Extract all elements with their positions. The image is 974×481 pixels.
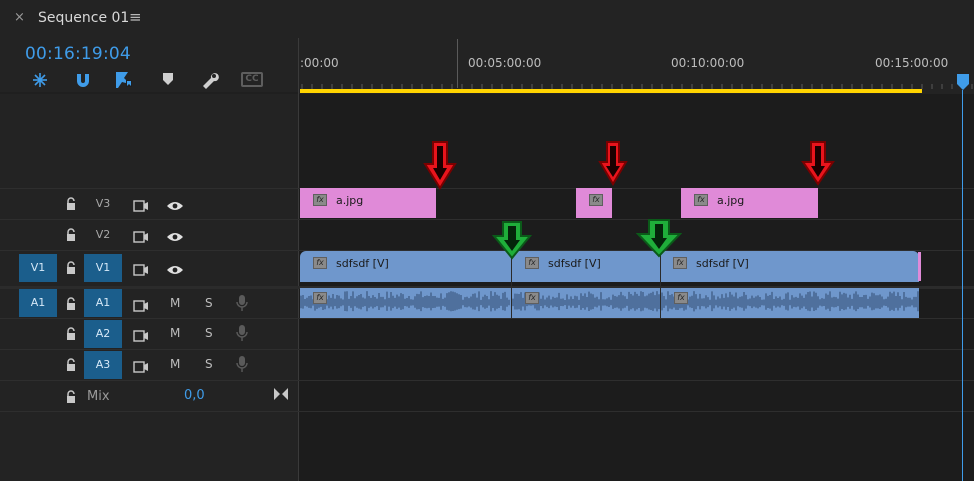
- lock-icon[interactable]: [65, 227, 77, 246]
- ruler-label: 00:05:00:00: [468, 56, 542, 70]
- fx-badge[interactable]: fx: [313, 292, 327, 304]
- playhead-line[interactable]: [962, 90, 963, 481]
- clip-image[interactable]: fx: [576, 188, 612, 218]
- ruler-label: :00:00: [300, 56, 339, 70]
- fx-badge[interactable]: fx: [313, 257, 327, 269]
- audio-waveform: [300, 291, 510, 312]
- clip-name: a.jpg: [717, 194, 745, 207]
- lock-icon[interactable]: [65, 326, 77, 345]
- add-marker-icon[interactable]: [114, 70, 134, 90]
- track-header-a1: A1 A1 M S: [0, 289, 298, 318]
- sync-lock-icon[interactable]: [133, 297, 149, 316]
- track-label-v3[interactable]: V3: [84, 190, 122, 218]
- solo-button[interactable]: S: [205, 296, 213, 310]
- sync-lock-icon[interactable]: [133, 358, 149, 377]
- ruler-label: 00:15:00:00: [875, 56, 949, 70]
- track-label-a2[interactable]: A2: [84, 320, 122, 348]
- clip-name: sdfsdf [V]: [336, 257, 389, 270]
- eye-icon[interactable]: [166, 261, 184, 280]
- track-header-a3: A3 M S: [0, 350, 298, 380]
- track-header-v3: V3: [0, 189, 298, 219]
- captions-icon[interactable]: CC: [241, 72, 263, 87]
- linked-selection-icon[interactable]: [73, 70, 93, 90]
- playhead-handle[interactable]: [957, 74, 969, 94]
- track-label-v1[interactable]: V1: [84, 254, 122, 282]
- panel-tab-bar: [0, 0, 974, 38]
- eye-icon[interactable]: [166, 197, 184, 216]
- snap-icon[interactable]: [30, 70, 50, 90]
- clip-sdfsdf-video[interactable]: fx sdfsdf [V]: [300, 251, 512, 282]
- clip-sdfsdf-audio[interactable]: fx: [300, 288, 511, 318]
- playhead-timecode[interactable]: 00:16:19:04: [25, 44, 131, 64]
- microphone-icon[interactable]: [236, 324, 248, 346]
- lock-icon[interactable]: [65, 196, 77, 215]
- panel-menu-icon[interactable]: ≡: [129, 8, 142, 26]
- lock-icon[interactable]: [65, 389, 77, 408]
- track-header-v1: V1 V1: [0, 251, 298, 285]
- clip-sdfsdf-audio[interactable]: fx: [661, 288, 919, 318]
- clip-a-jpg[interactable]: fx a.jpg: [300, 188, 436, 218]
- source-patch-v1[interactable]: V1: [19, 254, 57, 282]
- mute-button[interactable]: M: [170, 357, 180, 371]
- red-arrow-annotation: [801, 140, 835, 190]
- sync-lock-icon[interactable]: [133, 197, 149, 216]
- track-header-v2: V2: [0, 220, 298, 250]
- fx-badge[interactable]: fx: [674, 292, 688, 304]
- fx-badge[interactable]: fx: [694, 194, 708, 206]
- red-arrow-annotation: [598, 140, 628, 190]
- clip-name: a.jpg: [336, 194, 364, 207]
- clip-a-jpg[interactable]: fx a.jpg: [681, 188, 818, 218]
- microphone-icon[interactable]: [236, 355, 248, 377]
- green-arrow-annotation: [635, 218, 683, 262]
- mix-volume-value[interactable]: 0,0: [184, 388, 205, 403]
- sync-lock-icon[interactable]: [133, 261, 149, 280]
- track-label-a3[interactable]: A3: [84, 351, 122, 379]
- close-icon[interactable]: ×: [14, 10, 25, 25]
- mute-button[interactable]: M: [170, 326, 180, 340]
- work-area-bar[interactable]: [300, 89, 922, 93]
- microphone-icon[interactable]: [236, 294, 248, 316]
- track-label-v2[interactable]: V2: [84, 221, 122, 249]
- audio-waveform: [661, 291, 919, 312]
- clip-end-marker: [918, 252, 921, 281]
- mix-label: Mix: [87, 389, 110, 404]
- fx-badge[interactable]: fx: [313, 194, 327, 206]
- marker-icon[interactable]: [160, 70, 180, 90]
- header-divider: [298, 38, 299, 481]
- lock-icon[interactable]: [65, 357, 77, 376]
- lock-icon[interactable]: [65, 260, 77, 279]
- fx-badge[interactable]: fx: [589, 194, 603, 206]
- solo-button[interactable]: S: [205, 326, 213, 340]
- track-header-mix: Mix 0,0: [0, 381, 298, 411]
- green-arrow-annotation: [491, 220, 533, 264]
- track-separator: [0, 411, 974, 412]
- eye-icon[interactable]: [166, 228, 184, 247]
- clip-sdfsdf-video[interactable]: fx sdfsdf [V]: [660, 251, 919, 282]
- track-label-a1[interactable]: A1: [84, 289, 122, 317]
- sync-lock-icon[interactable]: [133, 327, 149, 346]
- clip-sdfsdf-audio[interactable]: fx: [512, 288, 660, 318]
- solo-button[interactable]: S: [205, 357, 213, 371]
- wrench-icon[interactable]: [200, 70, 220, 90]
- lock-icon[interactable]: [65, 296, 77, 315]
- clip-name: sdfsdf [V]: [696, 257, 749, 270]
- sync-lock-icon[interactable]: [133, 228, 149, 247]
- ruler-label: 00:10:00:00: [671, 56, 745, 70]
- go-to-in-out-icon[interactable]: [273, 386, 289, 405]
- track-header-a2: A2 M S: [0, 319, 298, 349]
- fx-badge[interactable]: fx: [525, 292, 539, 304]
- sequence-tab-title[interactable]: Sequence 01: [38, 10, 129, 26]
- clip-name: sdfsdf [V]: [548, 257, 601, 270]
- source-patch-a1[interactable]: A1: [19, 289, 57, 317]
- mute-button[interactable]: M: [170, 296, 180, 310]
- red-arrow-annotation: [423, 140, 457, 194]
